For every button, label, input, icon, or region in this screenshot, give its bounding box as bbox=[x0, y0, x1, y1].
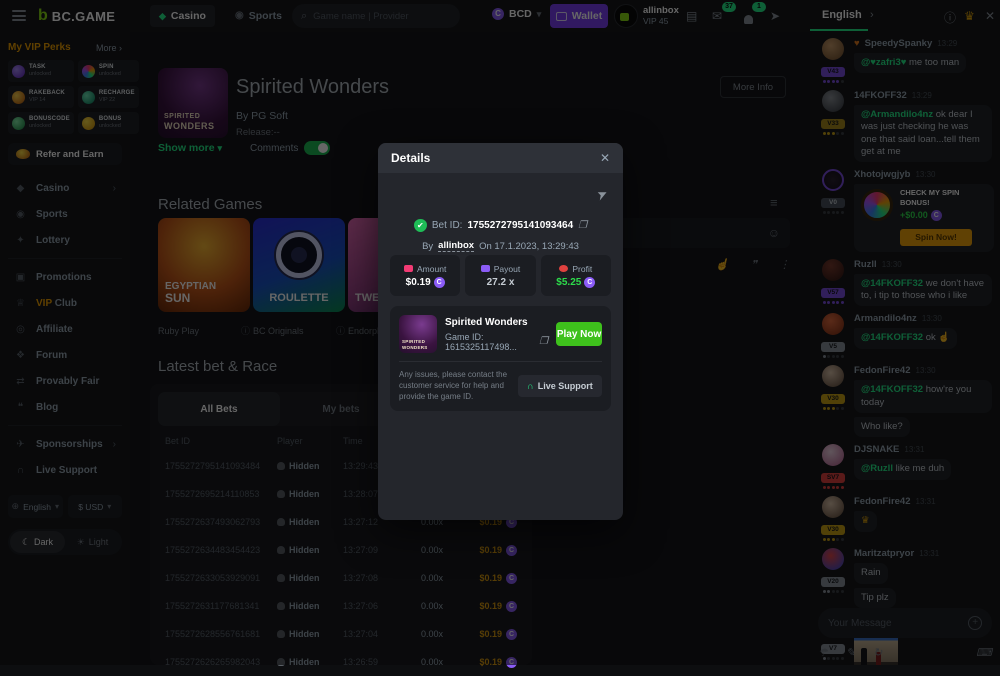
live-support-button[interactable]: ∩Live Support bbox=[518, 375, 602, 397]
copy-icon[interactable]: ❐ bbox=[578, 220, 587, 231]
share-icon[interactable]: ➤ bbox=[593, 185, 610, 204]
wallet-icon bbox=[481, 265, 490, 272]
verified-shield-icon: ✔ bbox=[414, 219, 427, 232]
modal-game-thumbnail[interactable]: SPIRITEDWONDERS bbox=[399, 315, 437, 353]
stat-payout: Payout 27.2 x bbox=[465, 255, 535, 296]
copy-icon[interactable]: ❐ bbox=[539, 336, 548, 347]
bcd-coin-icon: C bbox=[584, 277, 595, 288]
bet-details-modal: Details ✕ ➤ ✔ Bet ID: 175527279514109346… bbox=[378, 143, 623, 520]
modal-game-name: Spirited Wonders bbox=[445, 317, 548, 328]
bet-datetime: On 17.1.2023, 13:29:43 bbox=[479, 241, 579, 252]
page: b BC.GAME ◆ Casino ◉ Sports ⌕ C BCD ▾ Wa… bbox=[0, 0, 1000, 665]
bet-by-row: By allinbox On 17.1.2023, 13:29:43 bbox=[378, 240, 623, 252]
bcd-coin-icon: C bbox=[434, 277, 445, 288]
bet-player-link[interactable]: allinbox bbox=[438, 240, 474, 252]
play-now-button[interactable]: Play Now bbox=[556, 322, 602, 346]
modal-header: Details ✕ bbox=[378, 143, 623, 173]
support-note: Any issues, please contact the customer … bbox=[399, 370, 510, 402]
money-icon bbox=[404, 265, 413, 272]
modal-title: Details bbox=[391, 151, 430, 165]
bet-stats: Amount $0.19C Payout 27.2 x Profit $5.25… bbox=[390, 255, 611, 296]
headset-icon: ∩ bbox=[527, 381, 534, 391]
close-icon[interactable]: ✕ bbox=[600, 151, 610, 165]
modal-game-card: SPIRITEDWONDERS Spirited Wonders Game ID… bbox=[390, 306, 611, 411]
bet-id-value: 1755272795141093464 bbox=[467, 220, 573, 231]
stat-profit: Profit $5.25C bbox=[541, 255, 611, 296]
moneybag-icon bbox=[559, 265, 568, 272]
bet-id-row: ✔ Bet ID: 1755272795141093464 ❐ bbox=[378, 219, 623, 232]
game-id: Game ID: 1615325117498... bbox=[445, 332, 535, 352]
divider bbox=[399, 361, 602, 362]
stat-amount: Amount $0.19C bbox=[390, 255, 460, 296]
